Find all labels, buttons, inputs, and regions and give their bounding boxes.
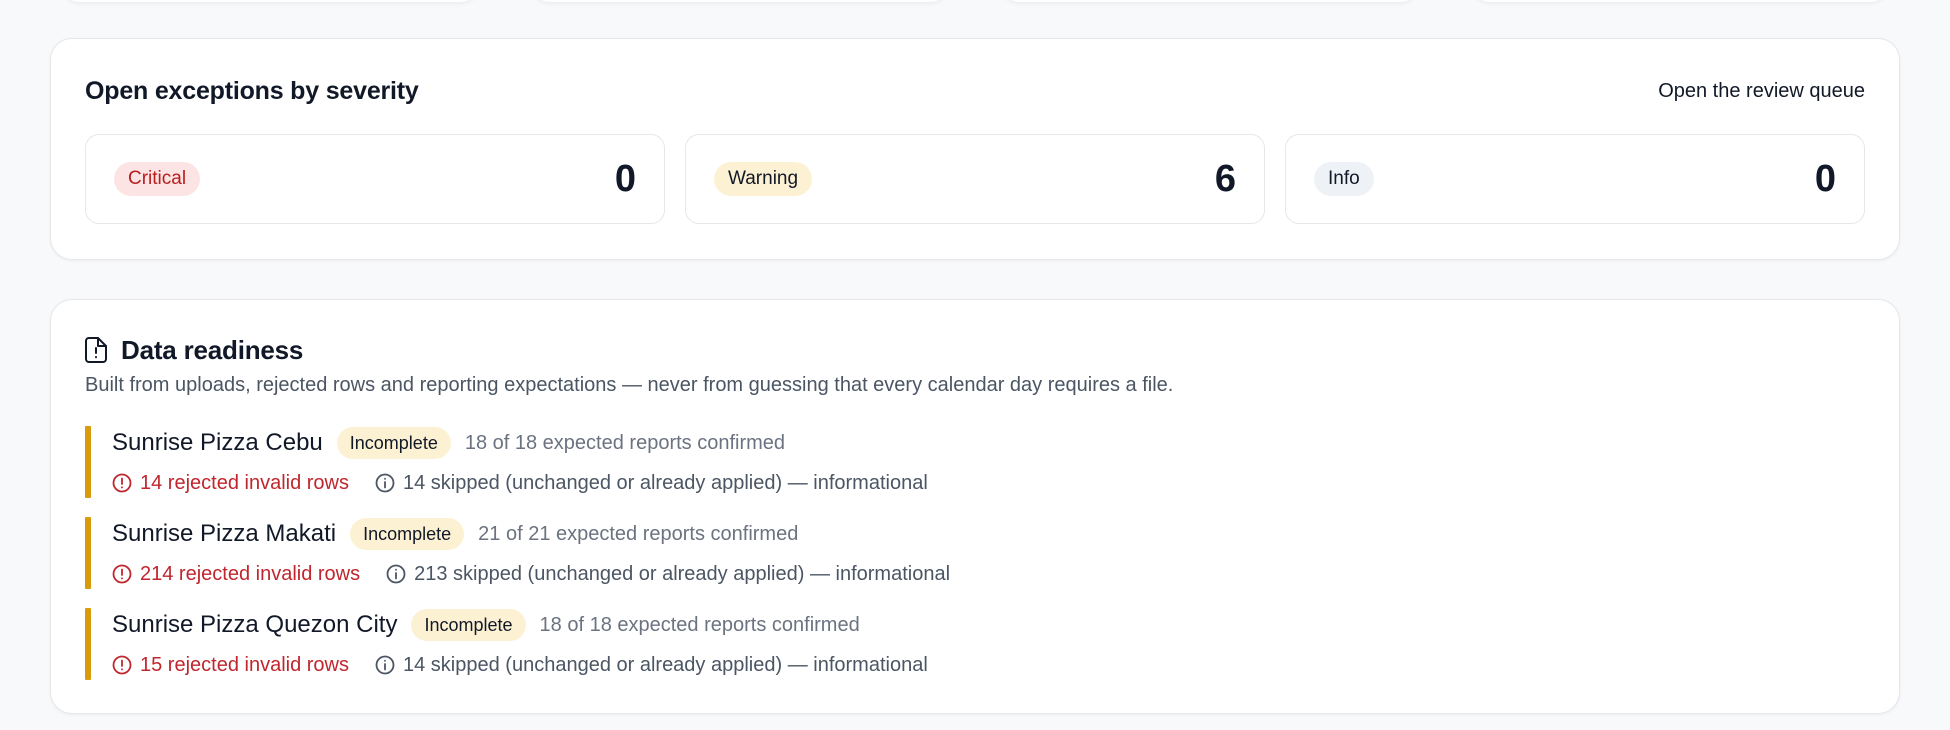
skipped-rows-text: 14 skipped (unchanged or already applied…: [403, 653, 928, 676]
rejected-rows[interactable]: 14 rejected invalid rows: [112, 472, 349, 495]
rejected-rows-text: 214 rejected invalid rows: [140, 562, 361, 585]
document-alert-icon: [85, 337, 107, 363]
alert-circle-icon: [112, 473, 132, 493]
info-circle-icon: [375, 655, 395, 675]
rejected-rows-text: 14 rejected invalid rows: [140, 471, 349, 494]
store-readiness-list: Sunrise Pizza Cebu Incomplete 18 of 18 e…: [85, 426, 1865, 680]
info-circle-icon: [375, 473, 395, 493]
readiness-title: Data readiness: [121, 334, 304, 365]
severity-tile-info[interactable]: Info 0: [1285, 134, 1865, 224]
exceptions-title: Open exceptions by severity: [85, 76, 419, 105]
severity-count-critical: 0: [614, 157, 636, 200]
exceptions-card: Open exceptions by severity Open the rev…: [50, 38, 1900, 260]
severity-count-info: 0: [1814, 157, 1836, 200]
store-row-makati[interactable]: Sunrise Pizza Makati Incomplete 21 of 21…: [85, 517, 1865, 589]
severity-badge-critical: Critical: [114, 162, 201, 196]
info-circle-icon: [386, 564, 406, 584]
status-accent-bar: [85, 426, 91, 498]
previous-cards-edge: [0, 0, 1950, 8]
data-readiness-card: Data readiness Built from uploads, rejec…: [50, 299, 1900, 714]
store-row-cebu[interactable]: Sunrise Pizza Cebu Incomplete 18 of 18 e…: [85, 426, 1865, 498]
skipped-rows-text: 213 skipped (unchanged or already applie…: [414, 562, 951, 585]
store-name: Sunrise Pizza Makati: [112, 520, 337, 547]
status-badge: Incomplete: [411, 609, 526, 641]
rejected-rows[interactable]: 214 rejected invalid rows: [112, 563, 360, 586]
expected-reports: 21 of 21 expected reports confirmed: [478, 522, 799, 545]
previous-card-edge: [1000, 0, 1420, 2]
skipped-rows: 213 skipped (unchanged or already applie…: [386, 563, 950, 586]
previous-card-edge: [1470, 0, 1890, 2]
previous-card-edge: [60, 0, 480, 2]
store-name: Sunrise Pizza Quezon City: [112, 611, 398, 638]
status-accent-bar: [85, 608, 91, 680]
status-badge: Incomplete: [350, 518, 465, 550]
rejected-rows[interactable]: 15 rejected invalid rows: [112, 654, 349, 677]
alert-circle-icon: [112, 655, 132, 675]
skipped-rows-text: 14 skipped (unchanged or already applied…: [403, 471, 928, 494]
severity-tile-warning[interactable]: Warning 6: [685, 134, 1265, 224]
severity-badge-warning: Warning: [714, 162, 813, 196]
severity-tile-critical[interactable]: Critical 0: [85, 134, 665, 224]
skipped-rows: 14 skipped (unchanged or already applied…: [375, 654, 928, 677]
status-badge: Incomplete: [336, 427, 451, 459]
review-queue-link[interactable]: Open the review queue: [1658, 80, 1865, 103]
readiness-header: Data readiness: [85, 333, 303, 367]
severity-badge-info: Info: [1314, 162, 1374, 196]
skipped-rows: 14 skipped (unchanged or already applied…: [375, 472, 928, 495]
store-row-quezon-city[interactable]: Sunrise Pizza Quezon City Incomplete 18 …: [85, 608, 1865, 680]
alert-circle-icon: [112, 564, 132, 584]
rejected-rows-text: 15 rejected invalid rows: [140, 653, 349, 676]
exceptions-header: Open exceptions by severity Open the rev…: [85, 73, 1865, 109]
severity-count-warning: 6: [1214, 157, 1236, 200]
severity-tiles: Critical 0 Warning 6 Info 0: [85, 134, 1865, 224]
expected-reports: 18 of 18 expected reports confirmed: [539, 613, 860, 636]
readiness-subtitle: Built from uploads, rejected rows and re…: [85, 374, 1174, 396]
previous-card-edge: [530, 0, 950, 2]
status-accent-bar: [85, 517, 91, 589]
expected-reports: 18 of 18 expected reports confirmed: [464, 431, 786, 454]
store-name: Sunrise Pizza Cebu: [112, 429, 323, 456]
